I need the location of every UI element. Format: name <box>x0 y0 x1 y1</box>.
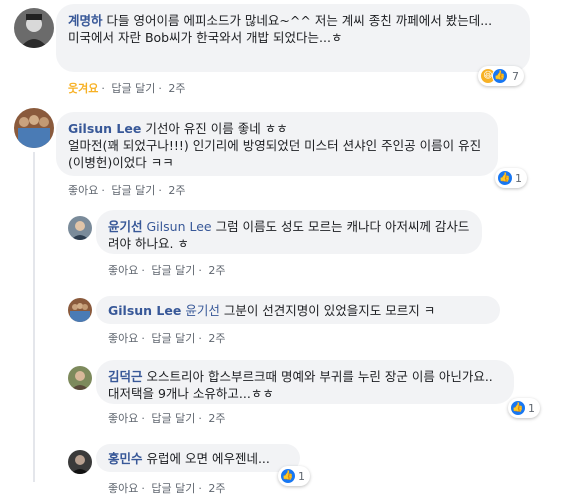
avatar[interactable] <box>68 450 92 474</box>
reply-mention[interactable]: 윤기선 <box>185 303 220 318</box>
reply-author[interactable]: 김덕근 <box>108 369 143 384</box>
reply-actions: 좋아요 · 답글 달기 · 2주 <box>108 332 226 345</box>
reaction-count: 1 <box>298 469 305 483</box>
reply-button[interactable]: 답글 달기 <box>151 482 195 495</box>
reply-bubble: 윤기선 Gilsun Lee 그럼 이름도 성도 모르는 캐나다 아저씨께 감사… <box>96 210 482 254</box>
reply-actions: 좋아요 · 답글 달기 · 2주 <box>108 264 226 277</box>
reply-mention[interactable]: Gilsun Lee <box>147 219 212 234</box>
reply-bubble: 김덕근 오스트리아 합스부르크때 명예와 부귀를 누린 장군 이름 아닌가요..… <box>96 360 514 404</box>
like-icon: 👍 <box>510 400 526 416</box>
like-button[interactable]: 웃겨요 <box>68 82 98 95</box>
thread-line <box>33 152 35 482</box>
reply-button[interactable]: 답글 달기 <box>151 264 195 277</box>
reaction-summary[interactable]: 😆 👍 7 <box>478 66 524 86</box>
comment-actions: 웃겨요 · 답글 달기 · 2주 <box>68 82 186 95</box>
comment-text-line2: 미국에서 자란 Bob씨가 한국와서 개밥 되었다는...ㅎ <box>68 30 343 45</box>
reply-button[interactable]: 답글 달기 <box>151 412 195 425</box>
reaction-count: 1 <box>515 171 522 185</box>
avatar[interactable] <box>68 298 92 322</box>
comment-actions: 좋아요 · 답글 달기 · 2주 <box>68 184 186 197</box>
avatar[interactable] <box>14 8 54 48</box>
like-icon: 👍 <box>280 468 296 484</box>
avatar[interactable] <box>68 366 92 390</box>
comment-bubble: Gilsun Lee 기선아 유진 이름 좋네 ㅎㅎ 얼마전(꽤 되었구나!!!… <box>56 112 498 176</box>
like-button[interactable]: 좋아요 <box>108 332 138 345</box>
reply-author[interactable]: Gilsun Lee <box>108 303 181 318</box>
timestamp[interactable]: 2주 <box>168 82 185 95</box>
timestamp[interactable]: 2주 <box>168 184 185 197</box>
reply-bubble: Gilsun Lee 윤기선 그분이 선견지명이 있었을지도 모르지 ㅋ <box>96 296 500 324</box>
reaction-summary[interactable]: 👍 1 <box>495 168 527 188</box>
like-button[interactable]: 좋아요 <box>108 482 138 495</box>
reply-author[interactable]: 홍민수 <box>108 451 143 466</box>
reply-text: 오스트리아 합스부르크때 명예와 부귀를 누린 장군 이름 아닌가요.. 대저택… <box>108 369 493 401</box>
timestamp[interactable]: 2주 <box>208 332 225 345</box>
reaction-count: 7 <box>512 69 519 83</box>
like-icon: 👍 <box>492 68 508 84</box>
timestamp[interactable]: 2주 <box>208 264 225 277</box>
like-button[interactable]: 좋아요 <box>108 264 138 277</box>
reaction-summary[interactable]: 👍 1 <box>278 466 310 486</box>
reply-author[interactable]: 윤기선 <box>108 219 143 234</box>
reaction-count: 1 <box>528 401 535 415</box>
reply-text: 유럽에 오면 에우젠네... <box>146 451 270 466</box>
timestamp[interactable]: 2주 <box>208 412 225 425</box>
comment-text: 다들 영어이름 에피소드가 많네요~^^ 저는 계씨 종친 까페에서 봤는데..… <box>106 13 493 28</box>
reply-actions: 좋아요 · 답글 달기 · 2주 <box>108 412 226 425</box>
comment-text: 기선아 유진 이름 좋네 ㅎㅎ <box>145 121 288 136</box>
comment-text-line2: 얼마전(꽤 되었구나!!!) 인기리에 방영되었던 미스터 션샤인 주인공 이름… <box>68 138 482 170</box>
comment-author[interactable]: Gilsun Lee <box>68 121 141 136</box>
avatar[interactable] <box>68 216 92 240</box>
reply-text: 그분이 선견지명이 있었을지도 모르지 ㅋ <box>223 303 436 318</box>
reaction-summary[interactable]: 👍 1 <box>508 398 540 418</box>
like-button[interactable]: 좋아요 <box>108 412 138 425</box>
like-button[interactable]: 좋아요 <box>68 184 98 197</box>
comment-bubble: 계명하 다들 영어이름 에피소드가 많네요~^^ 저는 계씨 종친 까페에서 봤… <box>56 4 530 72</box>
comment-author[interactable]: 계명하 <box>68 13 103 28</box>
timestamp[interactable]: 2주 <box>208 482 225 495</box>
avatar[interactable] <box>14 108 54 148</box>
reply-button[interactable]: 답글 달기 <box>151 332 195 345</box>
reply-button[interactable]: 답글 달기 <box>111 82 155 95</box>
reply-bubble: 홍민수 유럽에 오면 에우젠네... <box>96 444 300 472</box>
reply-actions: 좋아요 · 답글 달기 · 2주 <box>108 482 226 495</box>
reply-button[interactable]: 답글 달기 <box>111 184 155 197</box>
like-icon: 👍 <box>497 170 513 186</box>
